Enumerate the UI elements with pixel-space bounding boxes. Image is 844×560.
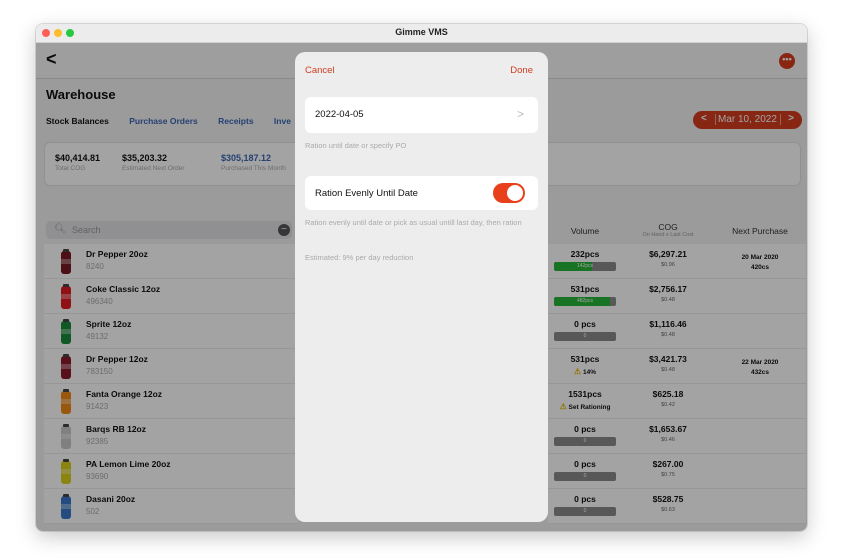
ration-toggle[interactable] bbox=[493, 183, 525, 203]
app-window: Gimme VMS < ••• Warehouse Stock Balances… bbox=[36, 24, 807, 531]
date-note: Ration until date or specify PO bbox=[305, 141, 407, 150]
toggle-label: Ration Evenly Until Date bbox=[315, 188, 418, 199]
date-value: 2022-04-05 bbox=[315, 109, 364, 120]
done-button[interactable]: Done bbox=[510, 65, 533, 76]
estimate-text: Estimated: 9% per day reduction bbox=[305, 253, 414, 262]
ration-modal: Cancel Done 2022-04-05 > Ration until da… bbox=[295, 52, 548, 522]
window-title: Gimme VMS bbox=[395, 27, 448, 37]
cancel-button[interactable]: Cancel bbox=[305, 65, 335, 76]
title-bar: Gimme VMS bbox=[36, 24, 807, 43]
chevron-right-icon: > bbox=[516, 107, 524, 121]
toggle-knob bbox=[507, 185, 523, 201]
ration-toggle-row: Ration Evenly Until Date bbox=[305, 176, 538, 210]
toggle-note: Ration evenly until date or pick as usua… bbox=[305, 218, 522, 227]
date-row[interactable]: 2022-04-05 > bbox=[305, 97, 538, 133]
